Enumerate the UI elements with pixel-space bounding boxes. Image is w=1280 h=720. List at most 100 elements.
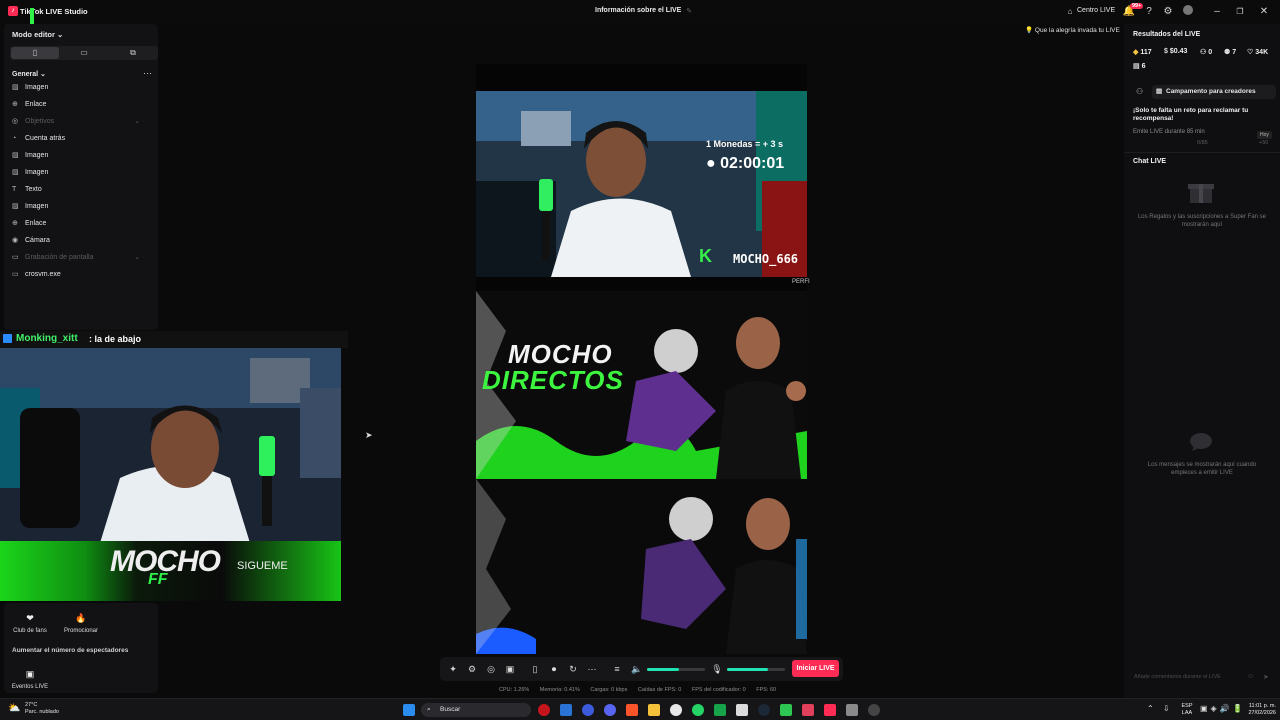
link-icon: ⊕ [12, 101, 18, 108]
screen-icon[interactable]: ▣ [503, 662, 517, 676]
upload-stat: Cargas: 0 kbps [590, 687, 628, 693]
source-item[interactable]: ◔ Cuenta atrás [12, 132, 152, 146]
mode-selector[interactable]: Modo editor ⌄ [12, 30, 63, 39]
taskbar-clock[interactable]: 11:01 p. m. 27/02/2026 [1238, 703, 1276, 717]
avatar[interactable] [1181, 5, 1195, 19]
creator-camp-button[interactable]: ▤ Campamento para creadores [1152, 85, 1276, 99]
windows-start-icon[interactable] [403, 704, 415, 716]
source-item[interactable]: ▭ Grabación de pantalla ⌄ [12, 251, 152, 265]
settings-taskbar-icon[interactable] [868, 704, 880, 716]
close-icon[interactable]: ✕ [1257, 5, 1271, 19]
weather-icon[interactable]: ⛅ [8, 703, 20, 714]
layout-tabs: ▯ ▭ ⧉ [10, 46, 158, 60]
tip-banner[interactable]: 💡 Que la alegría invada tu LIVE [1025, 26, 1120, 34]
source-item[interactable]: ▨ Imagen [12, 149, 152, 163]
fps-stat: FPS: 60 [756, 687, 777, 693]
source-item[interactable]: ▨ Imagen [12, 81, 152, 95]
portrait-icon[interactable]: ▯ [528, 662, 542, 676]
goal-icon: ◎ [12, 118, 19, 125]
play-icon[interactable] [780, 704, 792, 716]
emoji-icon[interactable]: ☺ [1247, 673, 1254, 680]
streamer-tag: MOCHO_666 [733, 252, 799, 266]
live-info-title[interactable]: Información sobre el LIVE [595, 7, 681, 14]
source-item[interactable]: ⊕ Enlace [12, 217, 152, 231]
stream-canvas[interactable]: 1 Monedas = + 3 s ● 02:00:01 K MOCHO_666… [476, 64, 807, 654]
mixer-icon[interactable]: ≡ [610, 662, 624, 676]
image-icon: ▨ [12, 169, 19, 176]
gift-box-icon [1188, 184, 1214, 203]
record-icon[interactable]: ⏺ [547, 662, 561, 676]
camera-scene-center [476, 91, 807, 277]
tab-dual[interactable]: ⧉ [109, 47, 157, 59]
tab-vertical[interactable]: ▯ [11, 47, 59, 59]
steam-icon[interactable] [758, 704, 770, 716]
heart-outline-icon: ♡ [1247, 49, 1254, 56]
search-icon: ⌕ [427, 706, 431, 713]
chevron-down-icon[interactable]: ⌄ [134, 251, 140, 265]
more-icon[interactable]: ⋯ [143, 68, 152, 79]
source-item-label: Imagen [25, 152, 49, 159]
edit-icon[interactable]: ✎ [682, 5, 696, 19]
replay-icon[interactable]: ↻ [566, 662, 580, 676]
scene-group-general[interactable]: General ⌄ [12, 70, 46, 78]
chevron-down-icon[interactable]: ⌄ [134, 115, 140, 129]
source-item[interactable]: ◉ Cámara [12, 234, 152, 248]
tab-horizontal[interactable]: ▭ [60, 47, 108, 59]
live-events-button[interactable]: ▣ Eventos LIVE [10, 669, 50, 690]
text-icon: T [12, 186, 17, 193]
user-settings-icon[interactable]: ⚇ [1136, 87, 1143, 96]
minimize-icon[interactable]: – [1210, 5, 1224, 19]
source-item[interactable]: ▨ Imagen [12, 166, 152, 180]
maximize-icon[interactable]: ❐ [1233, 5, 1247, 19]
source-item[interactable]: ◎ Objetivos ⌄ [12, 115, 152, 129]
engagement-panel: ❤ Club de fans 🔥 Promocionar Aumentar el n… [4, 603, 158, 693]
mic-icon[interactable]: 🎙 [710, 662, 724, 676]
filter-icon[interactable]: ◎ [484, 662, 498, 676]
language-indicator[interactable]: ESP LAA [1179, 703, 1195, 717]
obs-icon[interactable] [670, 704, 682, 716]
app3-icon[interactable] [802, 704, 814, 716]
app-icon[interactable] [582, 704, 594, 716]
volume-slider[interactable] [647, 668, 705, 671]
taskbar-search[interactable]: ⌕ Buscar [421, 703, 531, 717]
help-icon[interactable]: ? [1142, 5, 1156, 19]
discord-icon[interactable] [604, 704, 616, 716]
chat-username: Monking_xitt [16, 333, 78, 344]
effects-icon[interactable]: ⚙ [465, 662, 479, 676]
calendar-icon: ▣ [25, 669, 35, 679]
image-icon: ▨ [12, 203, 19, 210]
send-icon[interactable]: ➤ [1263, 673, 1269, 681]
source-item[interactable]: ▨ Imagen [12, 200, 152, 214]
source-item[interactable]: ▭ crosvm.exe [12, 268, 152, 282]
magic-icon[interactable]: ✦ [446, 662, 460, 676]
live-center-link[interactable]: Centro LIVE [1077, 7, 1115, 14]
tiktok-taskbar-icon[interactable] [824, 704, 836, 716]
app4-icon[interactable] [846, 704, 858, 716]
start-live-button[interactable]: Iniciar LIVE [792, 660, 839, 677]
club-fans-button[interactable]: ❤ Club de fans [10, 613, 50, 634]
gear-icon[interactable]: ⚙ [1161, 5, 1175, 19]
performance-stats: CPU: 1.26% Memoria: 0.41% Cargas: 0 kbps… [499, 687, 785, 693]
mouse-cursor-icon: ➤ [365, 430, 373, 440]
memory-stat: Memoria: 0.41% [539, 687, 580, 693]
brave-icon[interactable] [626, 704, 638, 716]
speaker-icon[interactable]: 🔈 [630, 662, 644, 676]
whatsapp-icon[interactable] [692, 704, 704, 716]
store-icon[interactable] [736, 704, 748, 716]
source-item[interactable]: ⊕ Enlace [12, 98, 152, 112]
folder-icon[interactable] [648, 704, 660, 716]
source-item-label: Texto [25, 186, 42, 193]
promote-button[interactable]: 🔥 Promocionar [60, 613, 102, 634]
app2-icon[interactable] [714, 704, 726, 716]
chevron-up-icon[interactable]: ⌃ [1147, 704, 1154, 713]
weather-widget[interactable]: 27°C Parc. nublado [25, 702, 59, 716]
source-item[interactable]: T Texto [12, 183, 152, 197]
divider [1124, 152, 1280, 153]
usb-icon[interactable]: ⇩ [1163, 704, 1170, 713]
diamonds-metric: ◆ 117 [1133, 49, 1152, 56]
mic-slider[interactable] [727, 668, 785, 671]
opera-icon[interactable] [538, 704, 550, 716]
more-icon[interactable]: ⋯ [585, 662, 599, 676]
bulb-icon: 💡 [1025, 27, 1034, 34]
files-icon[interactable] [560, 704, 572, 716]
